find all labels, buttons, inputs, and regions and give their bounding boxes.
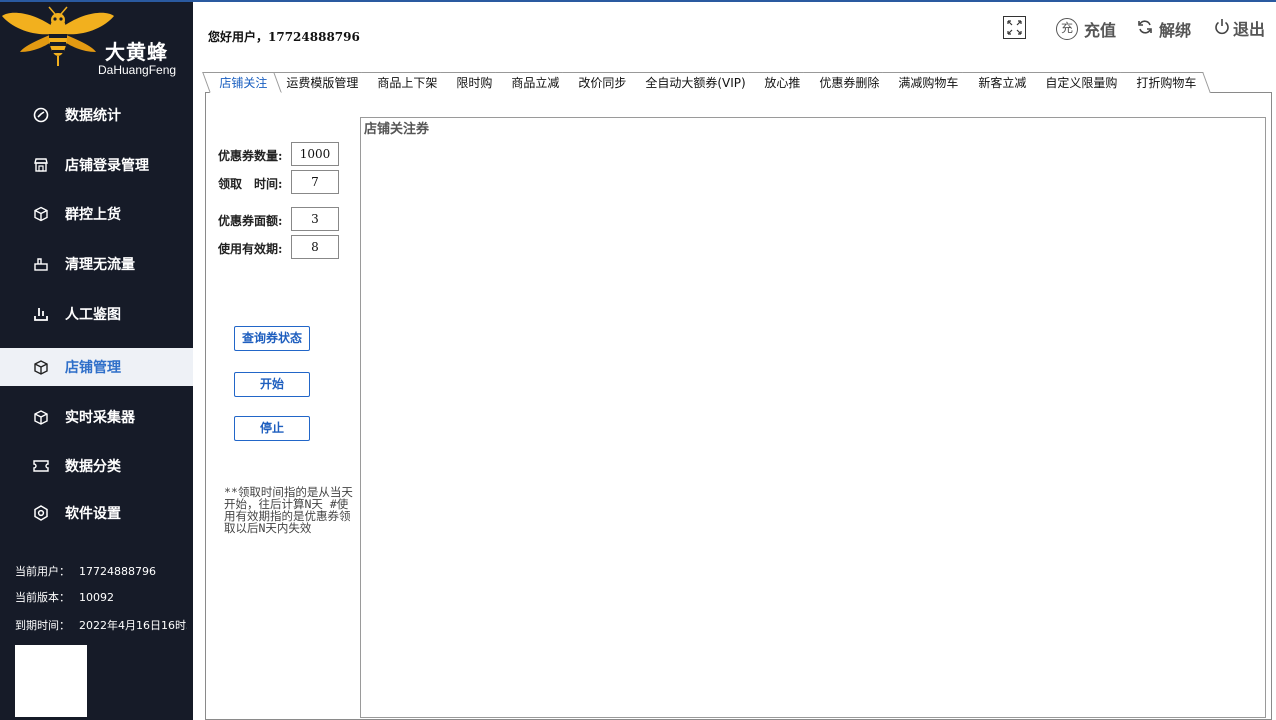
tab-label: 放心推 bbox=[764, 76, 801, 90]
tab-shipping-template[interactable]: 运费模版管理 bbox=[270, 72, 373, 93]
current-version-label: 当前版本： bbox=[15, 591, 70, 604]
settings-icon bbox=[32, 504, 50, 522]
tab-custom-limited-buy[interactable]: 自定义限量购 bbox=[1028, 72, 1132, 93]
brand-logo: 大黄蜂 DaHuangFeng bbox=[0, 2, 193, 92]
tab-label: 限时购 bbox=[456, 76, 493, 90]
valid-period-input[interactable]: 8 bbox=[291, 235, 339, 259]
tab-label: 满减购物车 bbox=[898, 76, 959, 90]
sidebar-item-label: 人工鉴图 bbox=[65, 307, 121, 323]
tab-label: 优惠券删除 bbox=[819, 76, 880, 90]
sidebar-item-label: 数据分类 bbox=[65, 459, 121, 475]
bee-logo-icon bbox=[2, 6, 114, 66]
tab-price-sync[interactable]: 改价同步 bbox=[562, 72, 641, 93]
coupon-count-input[interactable]: 1000 bbox=[291, 142, 339, 166]
current-version-value: 10092 bbox=[79, 591, 114, 604]
tab-label: 打折购物车 bbox=[1135, 76, 1196, 90]
query-coupon-status-button[interactable]: 查询券状态 bbox=[234, 326, 310, 351]
recharge-label: 充值 bbox=[1084, 21, 1117, 40]
tab-label: 商品立减 bbox=[511, 76, 560, 90]
coupon-count-label: 优惠券数量: bbox=[218, 149, 283, 163]
recharge-badge-text: 充 bbox=[1060, 21, 1073, 35]
start-button[interactable]: 开始 bbox=[234, 372, 310, 397]
current-user-value: 17724888796 bbox=[79, 565, 156, 578]
fullscreen-button[interactable] bbox=[1003, 16, 1026, 43]
stop-button[interactable]: 停止 bbox=[234, 416, 310, 441]
recharge-button[interactable]: 充 充值 bbox=[1056, 17, 1116, 41]
logout-label: 退出 bbox=[1233, 20, 1266, 39]
tab-discount-cart[interactable]: 打折购物车 bbox=[1119, 72, 1211, 93]
tab-label: 店铺关注 bbox=[219, 76, 268, 90]
tab-label: 商品上下架 bbox=[377, 76, 438, 90]
tab-instant-discount[interactable]: 商品立减 bbox=[495, 72, 574, 93]
unbind-label: 解绑 bbox=[1159, 21, 1192, 40]
sidebar-item-label: 软件设置 bbox=[65, 506, 121, 522]
sidebar-item-label: 实时采集器 bbox=[65, 410, 135, 426]
logout-button[interactable]: 退出 bbox=[1214, 16, 1265, 40]
dashboard-icon bbox=[32, 106, 50, 124]
sidebar-item-label: 数据统计 bbox=[65, 108, 121, 124]
refresh-icon bbox=[1137, 19, 1153, 39]
tab-label: 新客立减 bbox=[977, 76, 1026, 90]
sidebar-item-label: 店铺管理 bbox=[65, 360, 121, 376]
box-icon bbox=[32, 205, 50, 223]
package-icon bbox=[32, 408, 50, 426]
coupon-amount-label: 优惠券面额: bbox=[218, 214, 283, 228]
sidebar-item-realtime-collector[interactable]: 实时采集器 bbox=[0, 398, 193, 436]
tab-coupon-delete[interactable]: 优惠券删除 bbox=[803, 72, 895, 93]
tab-auto-coupon-vip[interactable]: 全自动大额券(VIP) bbox=[629, 72, 761, 93]
sidebar-item-label: 店铺登录管理 bbox=[65, 158, 149, 174]
clean-icon bbox=[32, 255, 50, 273]
tab-new-customer-discount[interactable]: 新客立减 bbox=[961, 72, 1041, 93]
current-user-info: 当前用户： 17724888796 bbox=[15, 563, 187, 579]
sidebar-item-data-category[interactable]: 数据分类 bbox=[0, 447, 193, 485]
log-title: 店铺关注券 bbox=[364, 122, 430, 137]
unbind-button[interactable]: 解绑 bbox=[1137, 17, 1191, 41]
expire-time-value: 2022年4月16日16时3 bbox=[79, 619, 187, 632]
tab-bar: 店铺关注 运费模版管理 商品上下架 限时购 商品立减 改价同步 全自动大额券(V… bbox=[202, 72, 1211, 93]
qr-code-image bbox=[15, 645, 87, 717]
tab-cart-discount[interactable]: 满减购物车 bbox=[882, 72, 974, 93]
package-icon bbox=[32, 358, 50, 376]
current-version-info: 当前版本： 10092 bbox=[15, 589, 187, 605]
tab-label: 改价同步 bbox=[578, 76, 627, 90]
sidebar-item-manual-review[interactable]: 人工鉴图 bbox=[0, 295, 193, 333]
tab-label: 运费模版管理 bbox=[286, 76, 359, 90]
tab-store-follow[interactable]: 店铺关注 bbox=[202, 72, 282, 93]
valid-period-label: 使用有效期: bbox=[218, 242, 283, 256]
current-user-label: 当前用户： bbox=[15, 565, 70, 578]
claim-time-label: 领取 时间: bbox=[218, 177, 283, 191]
power-icon bbox=[1214, 18, 1230, 39]
sidebar-item-data-stats[interactable]: 数据统计 bbox=[0, 96, 193, 134]
expire-time-label: 到期时间： bbox=[15, 619, 70, 632]
expire-time-info: 到期时间： 2022年4月16日16时3 bbox=[15, 617, 187, 633]
sidebar-item-clean-traffic[interactable]: 清理无流量 bbox=[0, 245, 193, 283]
coupon-amount-input[interactable]: 3 bbox=[291, 207, 339, 231]
sidebar-item-settings[interactable]: 软件设置 bbox=[0, 494, 193, 532]
tab-label: 自定义限量购 bbox=[1044, 76, 1117, 90]
upload-icon bbox=[32, 305, 50, 323]
fullscreen-icon bbox=[1003, 16, 1026, 43]
sidebar-item-store-manage[interactable]: 店铺管理 bbox=[0, 348, 193, 386]
recharge-icon: 充 bbox=[1056, 18, 1078, 40]
tab-label: 全自动大额券(VIP) bbox=[645, 76, 746, 90]
brand-name-cn: 大黄蜂 bbox=[105, 40, 168, 64]
help-note: **领取时间指的是从当天开始，往后计算N天 #使用有效期指的是优惠券领取以后N天… bbox=[224, 485, 353, 535]
sidebar: 大黄蜂 DaHuangFeng 数据统计 店铺登录管理 群控上货 清理无流量 人… bbox=[0, 2, 193, 720]
store-icon bbox=[32, 156, 50, 174]
log-output-area[interactable]: 店铺关注券 bbox=[360, 117, 1266, 718]
sidebar-item-label: 清理无流量 bbox=[65, 257, 135, 273]
user-greeting: 您好用户，17724888796 bbox=[208, 30, 360, 44]
claim-time-input[interactable]: 7 bbox=[291, 170, 339, 194]
sidebar-item-store-login[interactable]: 店铺登录管理 bbox=[0, 146, 193, 184]
sidebar-item-group-upload[interactable]: 群控上货 bbox=[0, 195, 193, 233]
tab-product-listing[interactable]: 商品上下架 bbox=[361, 72, 452, 93]
ticket-icon bbox=[32, 457, 50, 475]
sidebar-item-label: 群控上货 bbox=[65, 207, 121, 223]
brand-name-en: DaHuangFeng bbox=[98, 63, 177, 77]
